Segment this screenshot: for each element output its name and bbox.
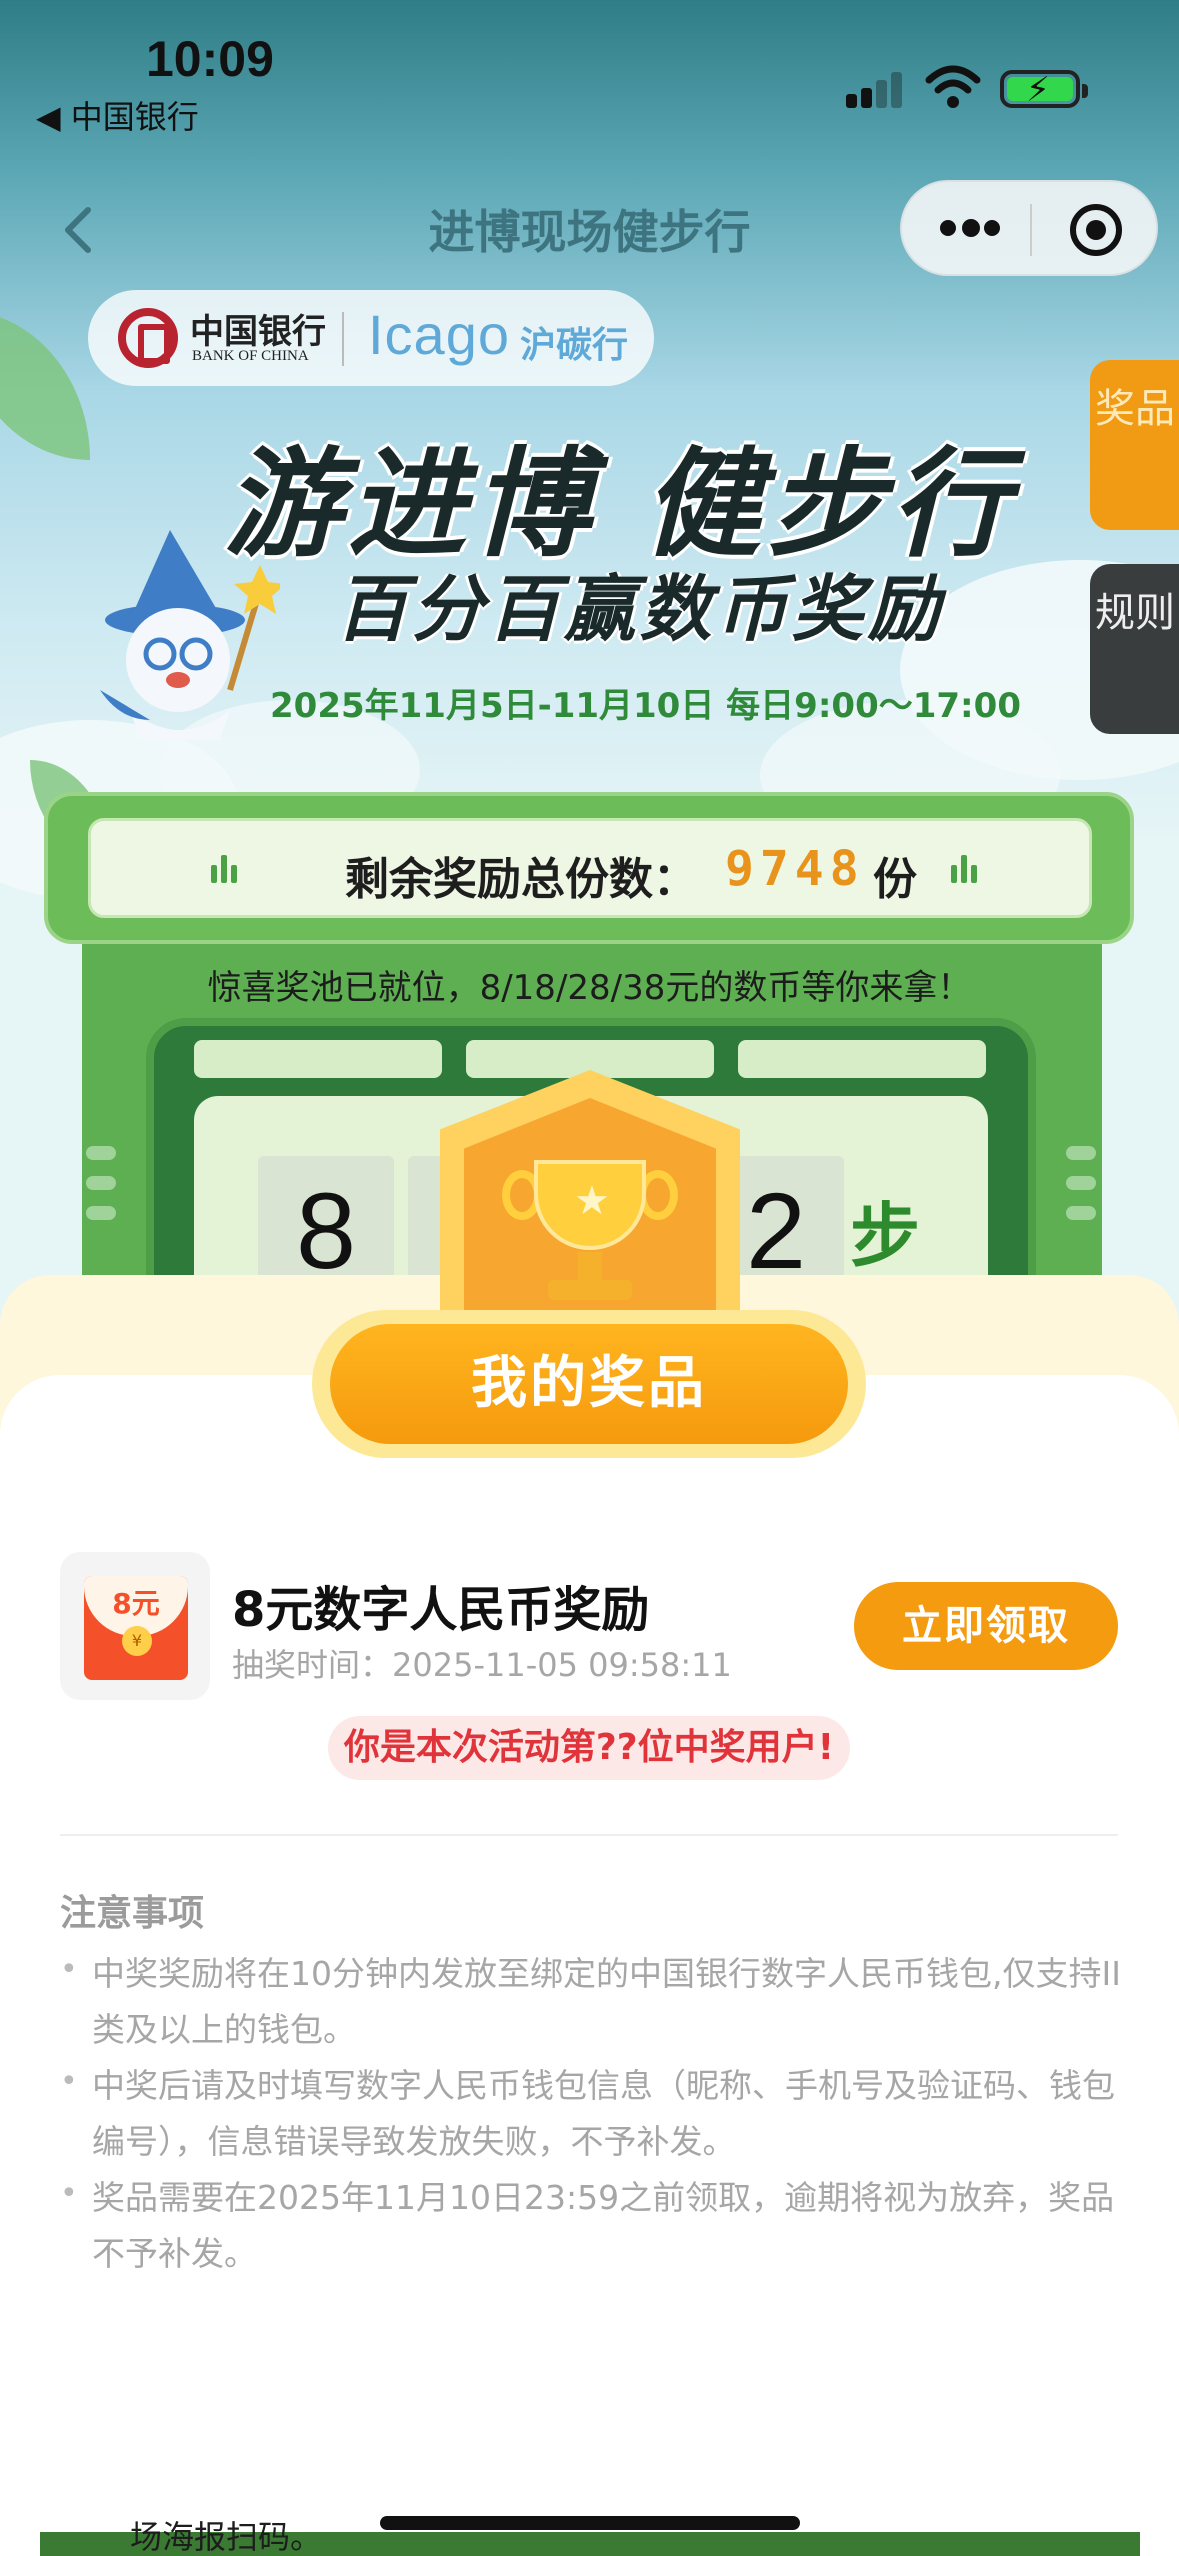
wizard-mascot-icon	[90, 520, 286, 760]
bullet: •	[60, 1952, 78, 1987]
vent-decoration	[86, 1206, 116, 1220]
claim-now-button[interactable]: 立即领取	[854, 1582, 1118, 1670]
vent-decoration	[86, 1146, 116, 1160]
bars-icon	[951, 853, 981, 883]
note-item: 中奖奖励将在10分钟内发放至绑定的中国银行数字人民币钱包,仅支持II类及以上的钱…	[92, 1954, 1121, 2049]
remaining-board: 剩余奖励总份数： 9748 份	[44, 792, 1134, 944]
close-miniprogram-icon[interactable]	[1070, 204, 1122, 256]
hutan-logo: 沪碳行	[520, 325, 629, 366]
partner-logos: 中国银行 BANK OF CHINA Icago 沪碳行	[88, 290, 654, 386]
remaining-unit: 份	[873, 854, 917, 905]
envelope-amount: 8元	[112, 1587, 160, 1620]
note-item: 中奖后请及时填写数字人民币钱包信息（昵称、手机号及验证码、钱包编号），信息错误导…	[92, 2066, 1115, 2161]
trophy-icon: ★	[440, 1070, 740, 1340]
divider	[60, 1834, 1118, 1836]
vent-decoration	[1066, 1176, 1096, 1190]
prize-name: 8元数字人民币奖励	[232, 1582, 650, 1638]
prize-pool-text: 惊喜奖池已就位，8/18/28/38元的数币等你来拿！	[207, 968, 972, 1008]
step-unit: 步	[850, 1195, 920, 1277]
my-prizes-title: 我的奖品	[330, 1324, 848, 1444]
miniprogram-capsule	[900, 180, 1158, 276]
status-bar: 10:09 ◀ 中国银行 ⚡	[0, 0, 1179, 140]
prize-thumbnail: 8元 ¥	[60, 1552, 210, 1700]
bottom-strip-text: 场海报扫码。	[130, 2518, 323, 2556]
cellular-signal-icon	[846, 72, 906, 108]
home-indicator[interactable]	[380, 2516, 800, 2530]
bullet: •	[60, 2176, 78, 2211]
red-envelope-icon: 8元 ¥	[84, 1576, 188, 1680]
bank-of-china-logo-icon	[118, 308, 178, 368]
status-time: 10:09	[146, 31, 274, 87]
draw-time: 抽奖时间：2025-11-05 09:58:11	[232, 1646, 732, 1684]
back-to-app-link[interactable]: ◀ 中国银行	[36, 92, 199, 138]
vent-decoration	[86, 1176, 116, 1190]
boc-logo-english: BANK OF CHINA	[192, 348, 309, 364]
bars-icon	[211, 853, 241, 883]
vent-decoration	[1066, 1206, 1096, 1220]
icago-logo: Icago	[368, 303, 510, 366]
winner-rank-badge: 你是本次活动第??位中奖用户!	[328, 1716, 850, 1780]
note-item: 奖品需要在2025年11月10日23:59之前领取，逾期将视为放弃，奖品不予补发…	[92, 2178, 1115, 2273]
remaining-count: 9748	[725, 841, 865, 897]
remaining-label: 剩余奖励总份数：	[345, 854, 697, 905]
coin-icon: ¥	[122, 1626, 152, 1656]
vent-decoration	[1066, 1146, 1096, 1160]
event-date-range: 2025年11月5日-11月10日 每日9:00～17:00	[270, 686, 1021, 726]
bullet: •	[60, 2064, 78, 2099]
boc-logo-text: 中国银行	[190, 312, 326, 352]
battery-charging-icon: ⚡	[1000, 70, 1088, 110]
notes-title: 注意事项	[60, 1893, 205, 1934]
more-options-icon[interactable]	[940, 219, 1000, 240]
wifi-icon	[925, 64, 981, 110]
